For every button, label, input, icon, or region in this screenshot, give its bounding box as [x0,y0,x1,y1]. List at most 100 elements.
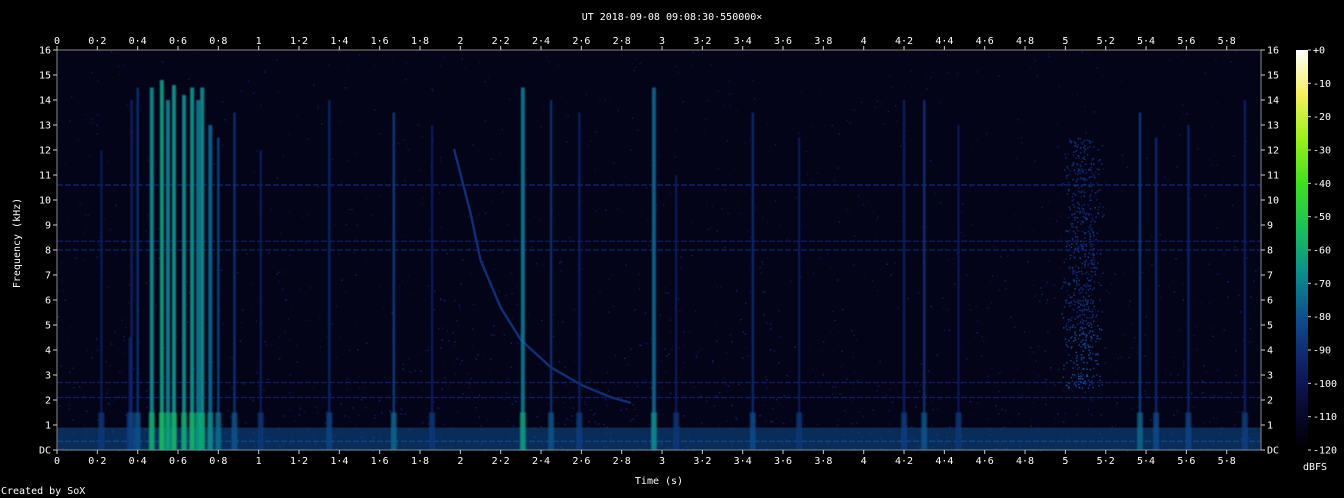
noise-speck [543,353,545,356]
noise-speck [1132,148,1134,151]
noise-speck [1010,145,1013,147]
noise-speck [356,224,358,227]
noise-speck [85,226,87,228]
x-tick-label-top: 0·2 [88,36,106,47]
noise-cloud-speck [1062,317,1065,319]
noise-cloud-speck [1084,255,1086,257]
noise-speck [408,149,410,151]
noise-speck [805,150,808,153]
noise-speck [1041,206,1043,209]
noise-speck [660,154,662,156]
noise-speck [317,186,319,188]
noise-cloud-speck [1071,336,1073,338]
noise-cloud-speck [1065,245,1068,248]
noise-speck [1177,374,1179,376]
y-tick-label-left: 10 [39,196,51,207]
noise-speck [1173,356,1175,359]
noise-cloud-speck [1087,322,1089,324]
x-tick-label-top: 0·4 [129,36,147,47]
noise-speck [680,267,682,270]
noise-speck [231,387,233,390]
noise-speck [883,123,885,125]
noise-speck [683,362,685,364]
noise-speck [130,86,132,88]
noise-speck [1009,201,1012,203]
noise-cloud-speck [1078,375,1080,378]
noise-cloud-speck [1083,356,1085,359]
noise-cloud-speck [1079,172,1081,174]
noise-speck [227,410,229,412]
noise-speck [1235,374,1238,377]
noise-cloud-speck [1077,250,1079,252]
y-tick-label-left: 7 [45,271,51,282]
noise-cloud-speck [1091,254,1093,256]
noise-speck [571,415,573,417]
noise-speck [500,116,502,118]
noise-speck [441,388,443,390]
noise-speck [213,163,216,165]
noise-cloud-speck [1081,354,1083,356]
y-tick-label-right: 13 [1267,121,1279,132]
noise-cloud-speck [1095,316,1097,318]
noise-speck [731,340,734,343]
noise-speck [87,215,89,217]
noise-speck [404,179,406,182]
noise-cloud-speck [1078,366,1080,369]
noise-speck [146,406,148,409]
noise-cloud-speck [1081,266,1083,268]
noise-speck [1060,215,1062,217]
noise-speck [775,418,777,420]
noise-speck [1257,290,1259,292]
noise-speck [113,89,116,92]
noise-speck [357,414,360,416]
noise-speck [816,172,819,174]
noise-speck [636,385,639,388]
noise-speck [1202,392,1204,394]
noise-speck [527,313,530,315]
noise-speck [198,50,200,53]
noise-speck [1008,156,1010,159]
noise-speck [116,254,118,256]
noise-cloud-speck [1080,177,1082,179]
noise-speck [746,355,749,357]
noise-cloud-speck [1090,263,1093,265]
noise-speck [1034,66,1036,69]
noise-speck [1051,399,1053,402]
colorbar: +0-10-20-30-40-50-60-70-80-90-100-110-12… [1296,46,1337,473]
noise-speck [618,204,620,207]
noise-cloud-speck [1065,258,1067,260]
noise-cloud-speck [1101,329,1103,331]
noise-speck [567,114,569,117]
noise-cloud-speck [1096,374,1098,376]
noise-speck [614,383,616,385]
noise-cloud-speck [1084,219,1087,221]
noise-cloud-speck [1075,150,1078,152]
noise-speck [501,128,503,131]
noise-speck [709,90,711,92]
noise-speck [251,237,254,240]
noise-speck [598,207,600,209]
noise-speck [427,346,430,349]
noise-speck [462,259,464,261]
noise-speck [477,353,479,356]
noise-speck [279,108,282,110]
noise-speck [679,353,681,355]
noise-speck [405,62,407,65]
noise-cloud-speck [1067,250,1069,252]
x-tick-label-top: 4·2 [895,36,913,47]
noise-speck [69,325,71,327]
noise-cloud-speck [1094,273,1097,276]
noise-speck [1131,347,1133,349]
noise-speck [647,244,650,247]
noise-cloud-speck [1070,347,1072,349]
noise-speck [389,297,392,299]
x-tick-label-bottom: 2·8 [613,456,631,467]
sox-credit: Created by SoX [1,486,85,497]
noise-speck [632,310,635,312]
noise-speck [886,263,888,265]
noise-speck [650,97,652,100]
impulse-low-energy [1153,412,1160,450]
noise-cloud-speck [1096,360,1098,362]
noise-cloud-speck [1063,327,1065,329]
noise-cloud-speck [1097,282,1100,284]
